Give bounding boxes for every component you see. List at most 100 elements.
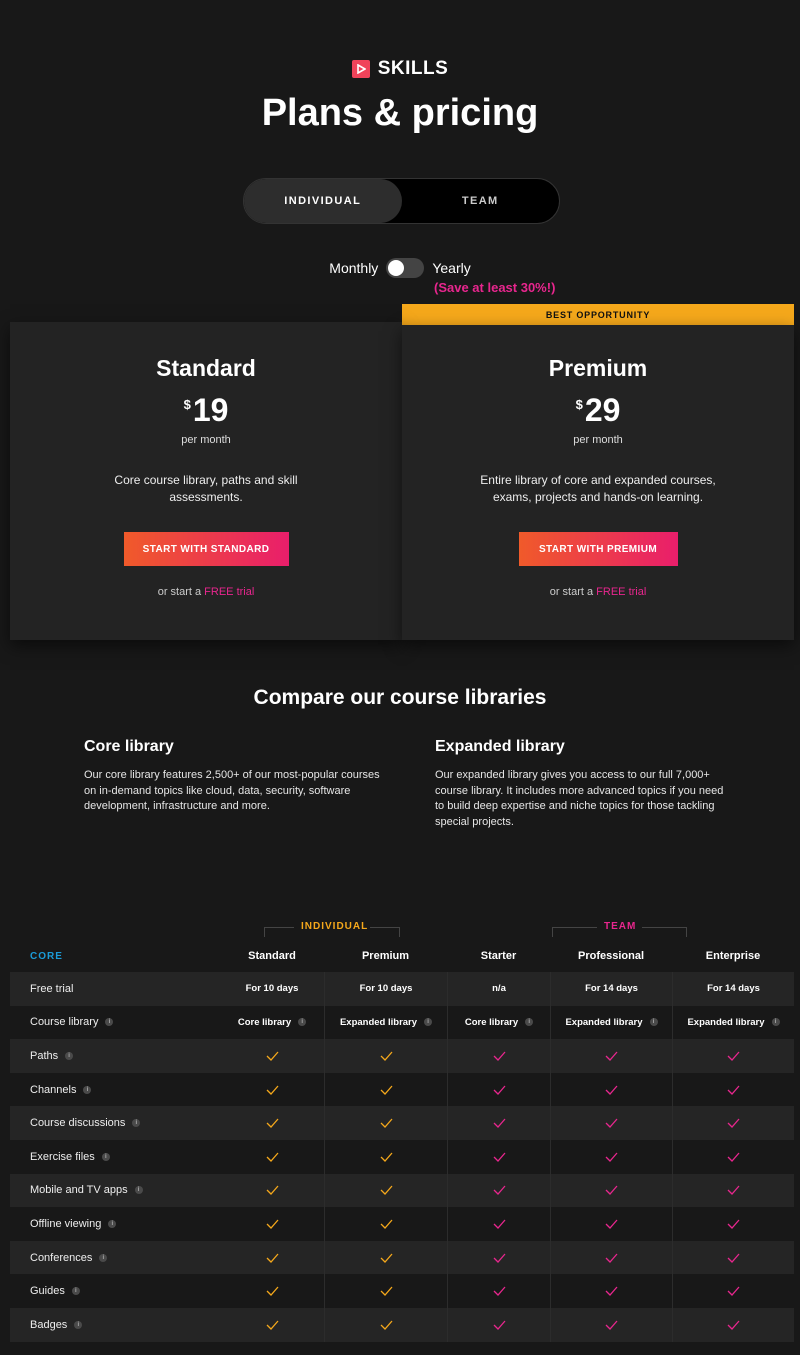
- check-icon: [447, 1173, 550, 1208]
- trial-text: or start a FREE trial: [402, 586, 794, 598]
- plan-description: Core course library, paths and skill ass…: [114, 473, 298, 504]
- table-row: Exercise files i: [10, 1139, 794, 1174]
- check-icon: [220, 1106, 324, 1140]
- table-header: CORE Standard Premium Starter Profession…: [10, 940, 794, 972]
- check-icon: [672, 1139, 794, 1174]
- row-label-text: Paths: [30, 1049, 59, 1062]
- info-icon[interactable]: i: [771, 1018, 780, 1027]
- check-icon: [550, 1307, 672, 1342]
- info-icon[interactable]: i: [74, 1320, 83, 1329]
- row-label-text: Guides: [30, 1285, 65, 1298]
- row-label: Badges i: [10, 1319, 220, 1331]
- check-icon: [550, 1139, 672, 1174]
- column-header: Enterprise: [705, 950, 761, 962]
- info-icon[interactable]: i: [134, 1186, 143, 1195]
- info-icon[interactable]: i: [649, 1018, 658, 1027]
- cell-value: Expanded library: [687, 1016, 765, 1028]
- table-cell: Core library i: [447, 1005, 550, 1040]
- row-label-text: Channels: [30, 1083, 77, 1096]
- play-icon: [351, 60, 370, 78]
- column-header: Standard: [248, 950, 296, 962]
- check-icon: [672, 1240, 794, 1275]
- check-icon: [324, 1173, 447, 1208]
- free-trial-link[interactable]: FREE trial: [204, 586, 254, 598]
- info-icon[interactable]: i: [65, 1051, 74, 1060]
- check-icon: [220, 1274, 324, 1308]
- cell-value: For 10 days: [245, 983, 299, 995]
- info-icon[interactable]: i: [99, 1253, 108, 1262]
- row-label-text: Conferences: [30, 1251, 93, 1264]
- compare-title: Compare our course libraries: [253, 686, 547, 709]
- row-label-text: Exercise files: [30, 1150, 95, 1163]
- plan-price: $ 19: [10, 394, 402, 426]
- billing-toggle[interactable]: [386, 258, 425, 278]
- row-label-text: Course library: [30, 1016, 99, 1029]
- info-icon[interactable]: i: [71, 1287, 80, 1296]
- cell-value: For 14 days: [707, 983, 760, 995]
- price-period: per month: [573, 434, 623, 446]
- column-header: Starter: [480, 950, 517, 962]
- tab-individual[interactable]: INDIVIDUAL: [244, 179, 402, 223]
- audience-toggle: INDIVIDUAL TEAM: [243, 178, 560, 224]
- table-cell: For 10 days: [324, 972, 447, 1006]
- free-trial-link[interactable]: FREE trial: [596, 586, 646, 598]
- info-icon[interactable]: i: [108, 1219, 117, 1228]
- plan-name: Premium: [548, 355, 648, 381]
- check-icon: [324, 1307, 447, 1342]
- check-icon: [447, 1072, 550, 1107]
- core-library-text: Our core library features 2,500+ of our …: [84, 769, 380, 812]
- check-icon: [324, 1106, 447, 1140]
- price-amount: 19: [192, 392, 229, 428]
- info-icon[interactable]: i: [424, 1018, 433, 1027]
- check-icon: [550, 1106, 672, 1140]
- info-icon[interactable]: i: [101, 1152, 110, 1161]
- check-icon: [447, 1106, 550, 1140]
- trial-prefix: or start a: [157, 586, 202, 598]
- plan-description: Entire library of core and expanded cour…: [480, 473, 716, 504]
- bracket-divider: [264, 927, 294, 937]
- table-row: Mobile and TV apps i: [10, 1173, 794, 1208]
- bracket-divider: [552, 927, 597, 937]
- core-library-title: Core library: [84, 738, 174, 755]
- bracket-divider: [370, 927, 400, 937]
- check-icon: [672, 1307, 794, 1342]
- table-row: Free trial For 10 days For 10 days n/a For 1…: [10, 972, 794, 1006]
- check-icon: [550, 1207, 672, 1241]
- cell-value: n/a: [492, 983, 506, 995]
- row-label-text: Offline viewing: [30, 1217, 102, 1230]
- check-icon: [447, 1274, 550, 1308]
- start-premium-button[interactable]: START WITH PREMIUM: [518, 532, 678, 566]
- info-icon[interactable]: i: [105, 1018, 114, 1027]
- brand-name: SKILLS: [377, 58, 449, 79]
- tab-team[interactable]: TEAM: [402, 179, 560, 223]
- cell-value: Core library: [237, 1016, 292, 1028]
- section-label: CORE: [10, 951, 220, 962]
- trial-text: or start a FREE trial: [10, 586, 402, 598]
- plan-card-standard: Standard $ 19 per month Core course libr…: [10, 322, 402, 640]
- check-icon: [324, 1039, 447, 1073]
- row-label-text: Free trial: [30, 982, 74, 995]
- check-icon: [672, 1274, 794, 1308]
- table-row: Offline viewing i: [10, 1207, 794, 1241]
- check-icon: [672, 1173, 794, 1208]
- info-icon[interactable]: i: [83, 1085, 92, 1094]
- table-cell: n/a: [447, 972, 550, 1006]
- table-cell: Expanded library i: [672, 1005, 794, 1040]
- table-cell: Expanded library i: [324, 1005, 447, 1040]
- info-icon[interactable]: i: [525, 1018, 534, 1027]
- plan-card-premium: Premium $ 29 per month Entire library of…: [402, 325, 794, 640]
- check-icon: [447, 1207, 550, 1241]
- plan-name: Standard: [156, 355, 256, 381]
- info-icon[interactable]: i: [132, 1119, 141, 1128]
- check-icon: [324, 1274, 447, 1308]
- table-cell: For 14 days: [550, 972, 672, 1006]
- check-icon: [672, 1207, 794, 1241]
- row-label: Course library i: [10, 1016, 220, 1028]
- check-icon: [550, 1072, 672, 1107]
- brand-logo[interactable]: SKILLS: [0, 58, 800, 80]
- start-standard-button[interactable]: START WITH STANDARD: [123, 532, 289, 566]
- info-icon[interactable]: i: [298, 1018, 307, 1027]
- column-header: Premium: [361, 950, 410, 962]
- cell-value: For 14 days: [585, 983, 638, 995]
- row-label: Channels i: [10, 1084, 220, 1096]
